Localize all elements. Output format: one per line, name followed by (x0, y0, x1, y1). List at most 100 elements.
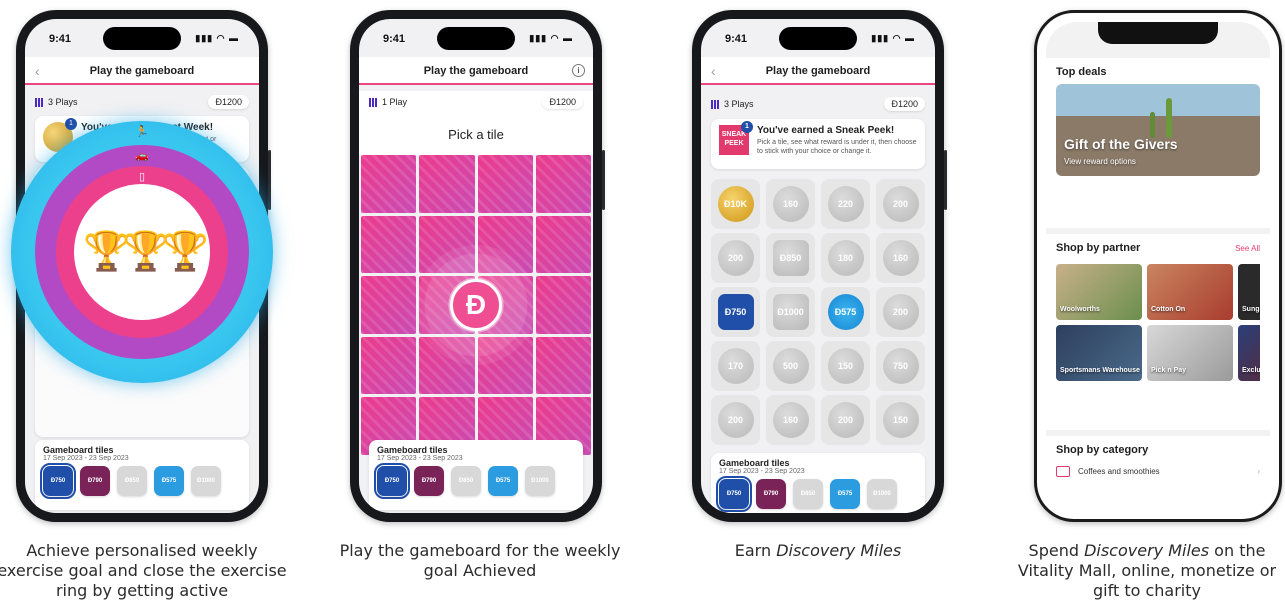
phone-screen: 9:41 ▮▮▮ ◠ ▬ ‹ Play the gameboard 3 Play… (701, 19, 935, 513)
board-tile[interactable] (361, 215, 417, 274)
reward-coin: Đ850 (772, 240, 809, 276)
grid-icon (369, 97, 378, 107)
category-item[interactable]: Coffees and smoothies › (1056, 456, 1260, 487)
reward-cell[interactable]: 150 (821, 341, 870, 391)
dynamic-island (779, 27, 857, 50)
reward-cell[interactable]: 750 (876, 341, 925, 391)
reward-coin: 200 (717, 402, 754, 438)
reward-cell[interactable]: 180 (821, 233, 870, 283)
partner-tile[interactable]: Sung (1238, 264, 1260, 320)
reward-cell[interactable]: Đ1000 (766, 287, 815, 337)
partner-name: Cotton On (1151, 306, 1186, 313)
reward-coin: 200 (827, 402, 864, 438)
caption-3-text: Earn Discovery Miles (734, 541, 902, 560)
partner-grid: Woolworths Cotton On Sung Sportsmans War… (1056, 264, 1260, 381)
status-time: 9:41 (725, 33, 748, 45)
board-tile[interactable] (535, 155, 591, 213)
reward-cell[interactable]: 220 (821, 179, 870, 229)
board-tile[interactable] (361, 155, 417, 213)
board-tile[interactable] (477, 155, 533, 213)
tile[interactable]: Đ850 (451, 466, 481, 496)
tile[interactable]: Đ790 (756, 479, 786, 509)
signal-wifi-battery-icon: ▮▮▮ ◠ ▬ (871, 33, 915, 43)
reward-cell[interactable]: 160 (766, 395, 815, 445)
tile[interactable]: Đ575 (488, 466, 518, 496)
board-tile[interactable] (535, 336, 591, 395)
reward-cell[interactable]: 160 (766, 179, 815, 229)
reward-cell[interactable]: Đ750 (711, 287, 760, 337)
partner-tile[interactable]: Exclu (1238, 325, 1260, 381)
reward-cell[interactable]: 200 (876, 179, 925, 229)
tiles-row: Đ750 Đ790 Đ850 Đ575 Đ1000 (40, 463, 241, 499)
side-button (602, 150, 605, 210)
running-icon: 🏃 (135, 126, 149, 138)
tile[interactable]: Đ1000 (525, 466, 555, 496)
grid-icon (35, 97, 44, 107)
board-tile[interactable] (535, 215, 591, 274)
reward-cell[interactable]: 200 (711, 395, 760, 445)
car-icon: 🚗 (135, 150, 149, 162)
plays-count: 3 Plays (35, 97, 78, 107)
section-title: Shop by category (1056, 444, 1149, 456)
exercise-ring-middle: 🚗 ▯ 🏆🏆🏆 (35, 145, 249, 359)
reward-cell[interactable]: 160 (876, 233, 925, 283)
revealed-tiles-grid: Đ10K 160 220 200 200 Đ850 180 160 Đ750 Đ… (711, 177, 925, 447)
board-tile[interactable] (361, 276, 417, 334)
tiles-title: Gameboard tiles (719, 458, 790, 468)
tile[interactable]: Đ750 (716, 476, 752, 512)
tile[interactable]: Đ575 (830, 479, 860, 509)
caption-4: Spend Discovery Miles on the Vitality Ma… (1017, 541, 1277, 600)
top-deals-section: Top deals Gift of the Givers View reward… (1046, 58, 1270, 228)
tile[interactable]: Đ750 (40, 463, 76, 499)
miles-balance: Đ1200 (542, 95, 583, 109)
trophies-icon: 🏆🏆🏆 (83, 231, 209, 273)
tile[interactable]: Đ1000 (191, 466, 221, 496)
sneak-peek-card[interactable]: SNEAK PEEK 1 You've earned a Sneak Peek!… (711, 119, 925, 169)
plays-count: 3 Plays (711, 99, 754, 109)
partner-tile[interactable]: Woolworths (1056, 264, 1142, 320)
tile[interactable]: Đ850 (793, 479, 823, 509)
reward-cell[interactable]: Đ850 (766, 233, 815, 283)
board-tile[interactable] (361, 336, 417, 395)
phone-screen: 9:41 ▮▮▮ ◠ ▬ Play the gameboard i 1 Play… (359, 19, 593, 513)
see-all-link[interactable]: See All (1235, 244, 1260, 253)
tile[interactable]: Đ850 (117, 466, 147, 496)
reward-coin: 180 (827, 240, 864, 276)
tile[interactable]: Đ790 (80, 466, 110, 496)
reward-coin: 220 (827, 186, 864, 222)
reward-cell[interactable]: Đ575 (821, 287, 870, 337)
partner-name: Exclu (1242, 367, 1260, 374)
tile[interactable]: Đ1000 (867, 479, 897, 509)
tile[interactable]: Đ790 (414, 466, 444, 496)
tile[interactable]: Đ575 (154, 466, 184, 496)
plays-label: 3 Plays (48, 97, 78, 107)
partner-tile[interactable]: Sportsmans Warehouse (1056, 325, 1142, 381)
reward-cell[interactable]: 170 (711, 341, 760, 391)
reward-cell[interactable]: 200 (711, 233, 760, 283)
tiles-row: Đ750 Đ790 Đ850 Đ575 Đ1000 (374, 463, 575, 499)
card-description: Pick a tile, see what reward is under it… (757, 139, 917, 155)
tile[interactable]: Đ750 (374, 463, 410, 499)
back-chevron-icon[interactable]: ‹ (35, 57, 40, 85)
partner-tile[interactable]: Cotton On (1147, 264, 1233, 320)
reward-cell[interactable]: 200 (821, 395, 870, 445)
partner-tile[interactable]: Pick n Pay (1147, 325, 1233, 381)
partner-name: Sung (1242, 306, 1260, 313)
deal-link[interactable]: View reward options (1064, 157, 1136, 166)
sneak-peek-icon-label: SNEAK PEEK (721, 131, 747, 147)
deal-banner[interactable]: Gift of the Givers View reward options (1056, 84, 1260, 176)
reward-cell[interactable]: Đ10K (711, 179, 760, 229)
board-tile[interactable] (419, 155, 475, 213)
reward-cell[interactable]: 150 (876, 395, 925, 445)
board-tile[interactable] (535, 276, 591, 334)
header: ‹ Play the gameboard (701, 57, 935, 85)
info-icon[interactable]: i (572, 64, 585, 77)
dynamic-island (103, 27, 181, 50)
reward-cell[interactable]: 500 (766, 341, 815, 391)
reward-coin: 200 (882, 186, 919, 222)
back-chevron-icon[interactable]: ‹ (711, 57, 716, 85)
tiles-date: 17 Sep 2023 - 23 Sep 2023 (43, 455, 129, 462)
reward-cell[interactable]: 200 (876, 287, 925, 337)
reward-coin: 160 (772, 186, 809, 222)
side-button (268, 150, 271, 210)
